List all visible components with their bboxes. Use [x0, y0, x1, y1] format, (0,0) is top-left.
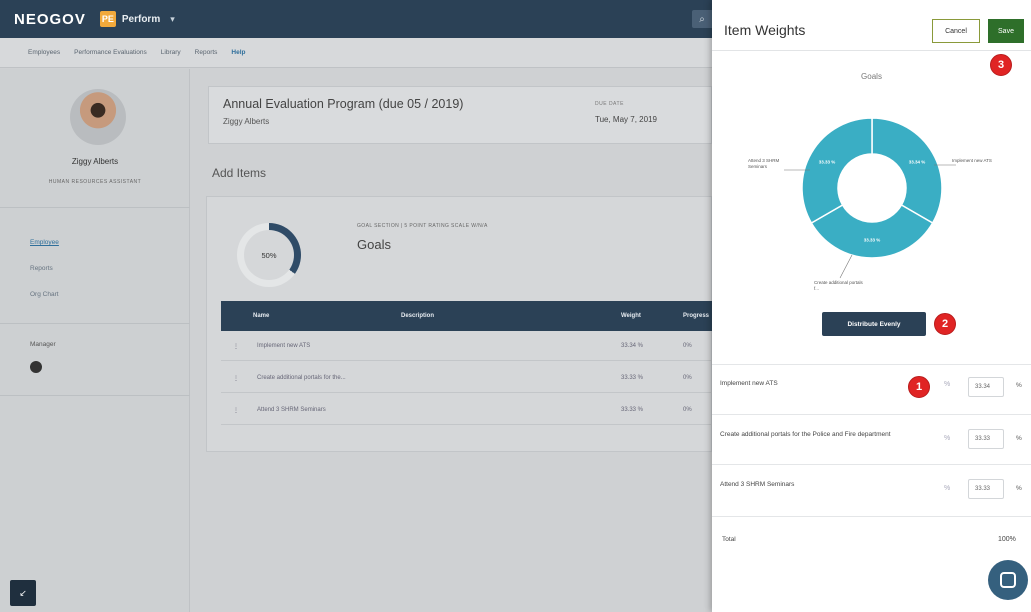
- percent-icon[interactable]: %: [944, 485, 950, 492]
- item-weights-panel: Item Weights Cancel Save 3 Goals 33.34 %…: [712, 0, 1031, 612]
- employee-role: HUMAN RESOURCES ASSISTANT: [48, 179, 142, 185]
- search-icon[interactable]: ⌕: [692, 10, 712, 28]
- goal-weight: 33.33 %: [621, 407, 644, 413]
- evaluation-employee: Ziggy Alberts: [223, 117, 270, 126]
- total-value: 100%: [998, 536, 1016, 543]
- sidebar-item-employee[interactable]: Employee: [30, 239, 59, 246]
- progress-ring: 50%: [237, 223, 301, 287]
- manager-label: Manager: [30, 341, 56, 348]
- goal-name[interactable]: Create additional portals for the...: [257, 375, 346, 381]
- slice-value-label: 33.34 %: [909, 160, 926, 165]
- employee-sidebar: Ziggy Alberts HUMAN RESOURCES ASSISTANT …: [0, 69, 190, 612]
- top-bar: NEOGOV PE Perform ▾: [0, 0, 712, 38]
- sidebar-item-reports[interactable]: Reports: [30, 265, 53, 272]
- goal-progress: 0%: [683, 343, 692, 349]
- weight-input[interactable]: 33.33: [968, 429, 1004, 449]
- table-row[interactable]: ⋮ Attend 3 SHRM Seminars 33.33 % 0%: [221, 395, 713, 425]
- neogov-logo[interactable]: NEOGOV: [14, 11, 86, 28]
- weight-input[interactable]: 33.34: [968, 377, 1004, 397]
- weight-item-name: Create additional portals for the Police…: [720, 431, 891, 438]
- goal-name[interactable]: Implement new ATS: [257, 343, 310, 349]
- chat-icon[interactable]: [988, 560, 1028, 600]
- sidebar-item-org-chart[interactable]: Org Chart: [30, 291, 59, 298]
- weight-unit: %: [1016, 435, 1022, 442]
- goal-progress: 0%: [683, 375, 692, 381]
- divider: [712, 516, 1031, 517]
- nav-help[interactable]: Help: [231, 49, 245, 56]
- due-date-label: DUE DATE: [595, 101, 624, 107]
- goal-weight: 33.33 %: [621, 375, 644, 381]
- nav-employees[interactable]: Employees: [28, 49, 60, 56]
- leader-line: [839, 254, 853, 279]
- add-items-heading: Add Items: [212, 166, 267, 180]
- weight-row: Create additional portals for the Police…: [712, 414, 1031, 464]
- goal-name[interactable]: Attend 3 SHRM Seminars: [257, 407, 326, 413]
- manager-avatar[interactable]: [30, 361, 42, 373]
- nav-performance-evaluations[interactable]: Performance Evaluations: [74, 49, 147, 56]
- slice-label-implement: Implement new ATS: [952, 158, 992, 163]
- goals-table-header: Name Description Weight Progress: [221, 301, 713, 331]
- col-weight[interactable]: Weight: [621, 313, 641, 319]
- slice-label-attend: Attend 3 SHRM Seminars: [748, 158, 780, 169]
- weights-donut-chart: 33.34 % 33.33 % 33.33 %: [784, 117, 956, 279]
- divider: [0, 395, 190, 396]
- nav-library[interactable]: Library: [161, 49, 181, 56]
- goal-section-title: Goals: [357, 237, 391, 252]
- col-name[interactable]: Name: [253, 313, 269, 319]
- col-progress[interactable]: Progress: [683, 313, 709, 319]
- product-badge: PE: [99, 11, 116, 27]
- nav-reports[interactable]: Reports: [195, 49, 218, 56]
- goal-section-label: GOAL SECTION | 5 POINT RATING SCALE W/N/…: [357, 223, 488, 229]
- drag-handle-icon[interactable]: ⋮: [233, 407, 239, 414]
- due-date: Tue, May 7, 2019: [595, 115, 657, 124]
- expand-icon[interactable]: ↙: [10, 580, 36, 606]
- total-label: Total: [722, 536, 736, 543]
- evaluation-title: Annual Evaluation Program (due 05 / 2019…: [223, 97, 464, 111]
- progress-value: 50%: [244, 230, 294, 280]
- donut-slice[interactable]: [871, 117, 943, 225]
- weight-row: Attend 3 SHRM Seminars % 33.33 %: [712, 464, 1031, 516]
- divider: [0, 323, 190, 324]
- weight-item-name: Implement new ATS: [720, 380, 778, 387]
- sub-navigation: Employees Performance Evaluations Librar…: [0, 38, 712, 68]
- goal-progress: 0%: [683, 407, 692, 413]
- evaluation-header: Annual Evaluation Program (due 05 / 2019…: [208, 86, 712, 144]
- donut-slice[interactable]: [801, 117, 873, 225]
- goals-section-card: 50% GOAL SECTION | 5 POINT RATING SCALE …: [206, 196, 713, 452]
- weight-input[interactable]: 33.33: [968, 479, 1004, 499]
- weight-unit: %: [1016, 382, 1022, 389]
- slice-value-label: 33.33 %: [819, 159, 836, 164]
- step-marker-2: 2: [934, 313, 956, 335]
- step-marker-1: 1: [908, 376, 930, 398]
- avatar: [70, 89, 126, 145]
- employee-name: Ziggy Alberts: [71, 157, 119, 166]
- chat-bubble-icon: [1000, 572, 1016, 588]
- weight-item-name: Attend 3 SHRM Seminars: [720, 481, 795, 488]
- goal-weight: 33.34 %: [621, 343, 644, 349]
- table-row[interactable]: ⋮ Create additional portals for the... 3…: [221, 363, 713, 393]
- slice-value-label: 33.33 %: [864, 238, 881, 243]
- distribute-evenly-button[interactable]: Distribute Evenly: [822, 312, 926, 336]
- weight-row: Implement new ATS 1 % 33.34 %: [712, 364, 1031, 414]
- percent-icon[interactable]: %: [944, 435, 950, 442]
- chevron-down-icon[interactable]: ▾: [170, 14, 175, 25]
- table-row[interactable]: ⋮ Implement new ATS 33.34 % 0%: [221, 331, 713, 361]
- drag-handle-icon[interactable]: ⋮: [233, 343, 239, 350]
- percent-icon[interactable]: %: [944, 381, 950, 388]
- col-description[interactable]: Description: [401, 313, 434, 319]
- product-switcher[interactable]: Perform: [122, 14, 160, 25]
- weight-unit: %: [1016, 485, 1022, 492]
- drag-handle-icon[interactable]: ⋮: [233, 375, 239, 382]
- divider: [0, 207, 190, 208]
- slice-label-create: Create additional portals f...: [814, 280, 863, 291]
